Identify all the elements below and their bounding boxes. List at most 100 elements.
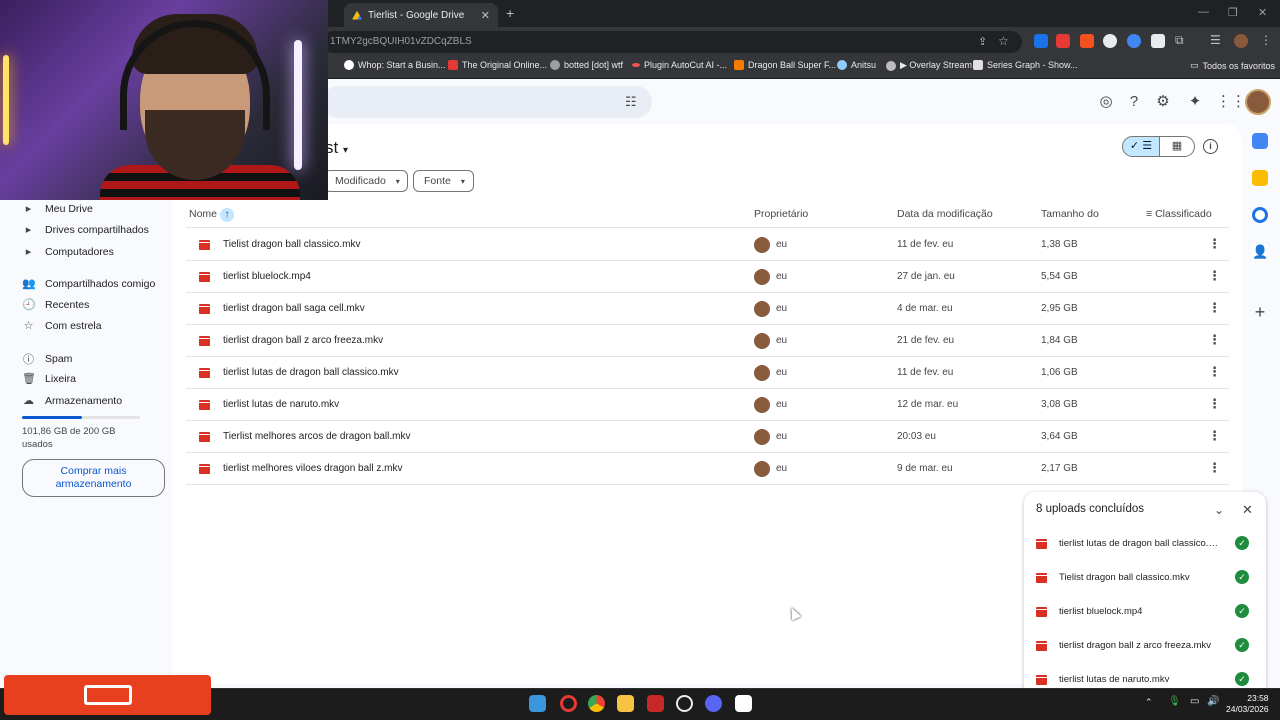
table-row[interactable]: Tierlist melhores arcos de dragon ball.m… — [186, 421, 1229, 453]
filter-modified-chip[interactable]: Modificado ▾ — [324, 170, 408, 192]
sidebar-item-computers[interactable]: ▸ Computadores — [22, 245, 114, 259]
column-owner-header[interactable]: Proprietário — [754, 208, 808, 220]
sidebar-item-spam[interactable]: ⓘ Spam — [22, 351, 72, 367]
extension-icon[interactable] — [1080, 34, 1094, 48]
file-name[interactable]: tierlist melhores viloes dragon ball z.m… — [223, 463, 403, 474]
sidebar-item-recent[interactable]: 🕘 Recentes — [22, 298, 89, 312]
volume-icon[interactable]: 🔊 — [1207, 696, 1219, 707]
extension-icon[interactable] — [1056, 34, 1070, 48]
keep-app-icon[interactable] — [1252, 170, 1268, 186]
sidebar-item-storage[interactable]: ☁ Armazenamento — [22, 394, 122, 408]
more-actions-icon[interactable]: ⋮ — [1208, 428, 1221, 444]
install-app-icon[interactable]: ⇪ — [978, 35, 987, 48]
contacts-app-icon[interactable]: 👤 — [1252, 244, 1268, 260]
table-row[interactable]: tierlist bluelock.mp4 eu 27 de jan. eu 5,54… — [186, 261, 1229, 293]
info-icon[interactable]: i — [1203, 139, 1218, 154]
bookmark-item[interactable]: Plugin AutoCut AI -... — [632, 60, 727, 70]
sidebar-item-shared-drives[interactable]: ▸ Drives compartilhados — [22, 223, 149, 237]
bookmark-item[interactable]: Anitsu — [837, 60, 876, 70]
chrome-icon[interactable] — [588, 695, 605, 712]
filter-source-chip[interactable]: Fonte ▾ — [413, 170, 474, 192]
sidebar-item-starred[interactable]: ☆ Com estrela — [22, 319, 102, 333]
sort-options-button[interactable]: ≡ Classificado — [1146, 208, 1212, 220]
apps-grid-icon[interactable]: ⋮⋮ — [1216, 93, 1246, 111]
table-row[interactable]: tierlist dragon ball saga cell.mkv eu 4 de… — [186, 293, 1229, 325]
network-icon[interactable]: ▭ — [1190, 696, 1199, 707]
capcut-icon[interactable] — [735, 695, 752, 712]
address-bar[interactable]: 1TMY2gcBQUIH01vZDCqZBLS — [322, 31, 1022, 53]
table-row[interactable]: tierlist dragon ball z arco freeza.mkv eu… — [186, 325, 1229, 357]
extension-icon[interactable] — [1151, 34, 1165, 48]
settings-gear-icon[interactable]: ⚙ — [1154, 93, 1172, 111]
sidebar-item-my-drive[interactable]: ▸ Meu Drive — [22, 202, 93, 216]
bookmark-item[interactable]: ▶ Overlay Stream — [886, 60, 972, 71]
column-size-header[interactable]: Tamanho do — [1041, 208, 1099, 220]
more-actions-icon[interactable]: ⋮ — [1208, 300, 1221, 316]
bookmark-item[interactable]: Series Graph - Show... — [973, 60, 1078, 70]
browser-menu-icon[interactable]: ⋮ — [1260, 33, 1272, 47]
file-explorer-icon[interactable] — [617, 695, 634, 712]
new-tab-button[interactable]: + — [506, 5, 514, 21]
list-view-button[interactable]: ✓ ☰ — [1122, 136, 1160, 157]
sidebar-item-shared-with-me[interactable]: 👥 Compartilhados comigo — [22, 277, 155, 291]
all-bookmarks-folder[interactable]: ▭ Todos os favoritos — [1190, 60, 1275, 71]
browser-tab-drive[interactable]: Tierlist - Google Drive ✕ — [344, 3, 498, 27]
tray-chevron-icon[interactable]: ⌃ — [1145, 697, 1153, 708]
more-actions-icon[interactable]: ⋮ — [1208, 460, 1221, 476]
help-icon[interactable]: ? — [1125, 93, 1143, 111]
more-actions-icon[interactable]: ⋮ — [1208, 364, 1221, 380]
buy-storage-button[interactable]: Comprar mais armazenamento — [22, 459, 165, 497]
offline-status-icon[interactable]: ◎ — [1097, 93, 1115, 111]
table-row[interactable]: tierlist lutas de dragon ball classico.m… — [186, 357, 1229, 389]
close-icon[interactable]: ✕ — [1242, 502, 1253, 518]
file-name[interactable]: tierlist dragon ball z arco freeza.mkv — [223, 335, 383, 346]
microphone-icon[interactable]: 🎙 — [1168, 696, 1181, 707]
app-icon[interactable] — [647, 695, 664, 712]
upload-item[interactable]: Tielist dragon ball classico.mkv ✓ — [1036, 562, 1256, 596]
tab-close-icon[interactable]: ✕ — [481, 9, 490, 22]
column-name-header[interactable]: Nome ↑ — [189, 208, 234, 222]
table-row[interactable]: tierlist lutas de naruto.mkv eu 12 de mar.… — [186, 389, 1229, 421]
page-title[interactable]: st ▾ — [325, 138, 348, 158]
table-row[interactable]: Tielist dragon ball classico.mkv eu 11 de … — [186, 229, 1229, 261]
drive-search-bar[interactable] — [322, 86, 652, 118]
bookmark-item[interactable]: The Original Online... — [448, 60, 547, 70]
bookmark-star-icon[interactable]: ☆ — [998, 34, 1009, 48]
reading-list-icon[interactable]: ☰ — [1210, 33, 1221, 47]
account-avatar[interactable] — [1245, 89, 1271, 115]
profile-avatar-icon[interactable] — [1234, 34, 1248, 48]
maximize-button[interactable]: ❐ — [1228, 6, 1238, 19]
file-name[interactable]: Tielist dragon ball classico.mkv — [223, 239, 360, 250]
system-clock[interactable]: 23:58 24/03/2026 — [1226, 693, 1269, 715]
collapse-chevron-icon[interactable]: ⌄ — [1214, 503, 1224, 517]
extension-icon[interactable] — [1034, 34, 1048, 48]
upload-item[interactable]: tierlist dragon ball z arco freeza.mkv ✓ — [1036, 630, 1256, 664]
file-name[interactable]: Tierlist melhores arcos de dragon ball.m… — [223, 431, 410, 442]
windows-start-icon[interactable] — [529, 695, 546, 712]
bookmark-item[interactable]: Whop: Start a Busin... — [344, 60, 446, 70]
bookmark-item[interactable]: botted [dot] wtf — [550, 60, 623, 70]
add-addon-icon[interactable]: + — [1252, 303, 1268, 321]
search-options-icon[interactable]: ☷ — [625, 94, 637, 110]
close-window-button[interactable]: ✕ — [1258, 6, 1267, 19]
table-row[interactable]: tierlist melhores viloes dragon ball z.m… — [186, 453, 1229, 485]
more-actions-icon[interactable]: ⋮ — [1208, 268, 1221, 284]
file-name[interactable]: tierlist bluelock.mp4 — [223, 271, 311, 282]
opera-icon[interactable] — [560, 695, 577, 712]
extension-icon[interactable] — [1103, 34, 1117, 48]
more-actions-icon[interactable]: ⋮ — [1208, 396, 1221, 412]
puzzle-extensions-icon[interactable]: ⧉ — [1175, 33, 1184, 48]
extension-icon[interactable] — [1127, 34, 1141, 48]
upload-item[interactable]: tierlist bluelock.mp4 ✓ — [1036, 596, 1256, 630]
minimize-button[interactable]: — — [1198, 6, 1209, 18]
discord-icon[interactable] — [705, 695, 722, 712]
calendar-app-icon[interactable] — [1252, 133, 1268, 149]
more-actions-icon[interactable]: ⋮ — [1208, 236, 1221, 252]
file-name[interactable]: tierlist lutas de dragon ball classico.m… — [223, 367, 399, 378]
column-modified-header[interactable]: Data da modificação — [897, 208, 993, 220]
file-name[interactable]: tierlist lutas de naruto.mkv — [223, 399, 339, 410]
file-name[interactable]: tierlist dragon ball saga cell.mkv — [223, 303, 365, 314]
sidebar-item-trash[interactable]: 🗑 Lixeira — [22, 372, 76, 386]
gemini-sparkle-icon[interactable]: ✦ — [1186, 93, 1204, 111]
tasks-app-icon[interactable] — [1252, 207, 1268, 223]
